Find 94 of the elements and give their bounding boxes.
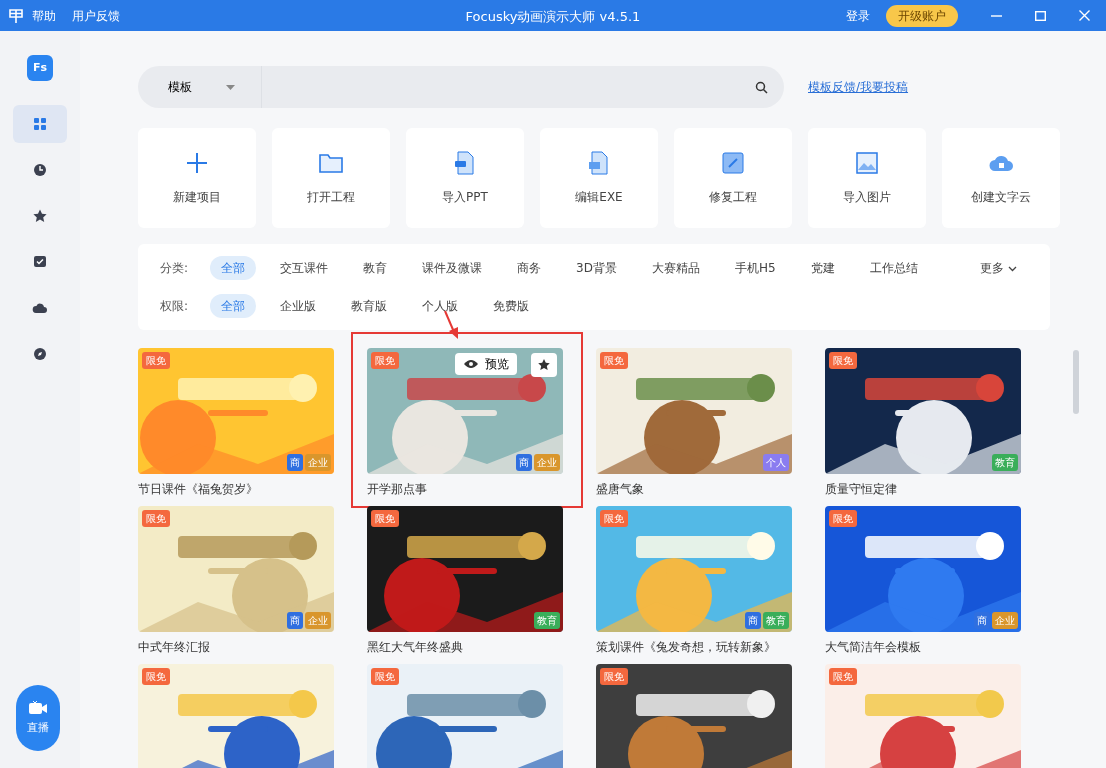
category-dropdown[interactable]: 模板 [138, 66, 262, 108]
login-link[interactable]: 登录 [838, 6, 878, 25]
free-badge: 限免 [142, 352, 170, 369]
more-button[interactable]: 更多 [969, 256, 1028, 280]
template-thumbnail[interactable]: 限免 商 企业 预览 [367, 348, 563, 474]
tag-badge: 教育 [534, 612, 560, 629]
window-title: Focusky动画演示大师 v4.5.1 [465, 8, 641, 26]
tool-button[interactable]: 编辑EXE [540, 128, 658, 228]
tool-button[interactable]: 新建项目 [138, 128, 256, 228]
tag-badge: 教育 [763, 612, 789, 629]
search-icon [755, 80, 768, 94]
arrow [443, 310, 461, 340]
clock-icon [32, 162, 48, 178]
free-badge: 限免 [829, 352, 857, 369]
camera-icon [28, 699, 48, 716]
star-icon [32, 208, 48, 224]
template-thumbnail[interactable]: 限免 商 企业 [138, 506, 334, 632]
tag-badge: 个人 [763, 454, 789, 471]
tag-badge: 企业 [992, 612, 1018, 629]
template-thumbnail[interactable]: 限免 商 企业 [138, 348, 334, 474]
menu-item[interactable]: 帮助 [24, 6, 64, 25]
filter-label: 分类: [160, 260, 190, 277]
filter-chip[interactable]: 党建 [799, 256, 846, 280]
template-title: 节日课件《福兔贺岁》 [138, 481, 259, 498]
free-badge: 限免 [600, 352, 628, 369]
checklist-icon [32, 254, 48, 270]
scrollbar[interactable] [1073, 350, 1079, 414]
live-button[interactable]: 直播 [16, 685, 60, 751]
template-title: 策划课件《兔发奇想，玩转新象》 [596, 639, 777, 656]
filter-chip[interactable]: 免费版 [482, 294, 540, 318]
tag-badge: 企业 [534, 454, 560, 471]
tool-button[interactable]: 修复工程 [674, 128, 792, 228]
filter-label: 权限: [160, 298, 190, 315]
feedback-link[interactable]: 模板反馈/我要投稿 [808, 78, 909, 96]
free-badge: 限免 [600, 510, 628, 527]
template-title: 盛唐气象 [596, 481, 645, 498]
tool-button[interactable]: 导入图片 [808, 128, 926, 228]
filter-chip[interactable]: 课件及微课 [411, 256, 493, 280]
filter-chip[interactable]: 全部 [210, 294, 256, 318]
plus-icon [184, 150, 210, 176]
tag-badge: 商 [745, 612, 761, 629]
filter-chip[interactable]: 企业版 [269, 294, 327, 318]
tag-badge: 企业 [305, 454, 331, 471]
filter-chip[interactable]: 大赛精品 [640, 256, 711, 280]
template-title: 黑红大气年终盛典 [367, 639, 464, 656]
preview-button[interactable]: 预览 [455, 353, 517, 375]
template-thumbnail[interactable]: 限免 商 教育 [596, 506, 792, 632]
chevron-icon [1008, 265, 1017, 272]
minimize-icon [990, 14, 1002, 17]
free-badge: 限免 [371, 668, 399, 685]
filter-chip[interactable]: 手机H5 [723, 256, 787, 280]
filter-chip[interactable]: 个人版 [411, 294, 469, 318]
free-badge: 限免 [600, 668, 628, 685]
filter-chip[interactable]: 商务 [506, 256, 552, 280]
free-badge: 限免 [142, 668, 170, 685]
tag-badge: 商 [516, 454, 532, 471]
filter-chip[interactable]: 教育 [352, 256, 398, 280]
filter-chip[interactable]: 交互课件 [269, 256, 339, 280]
app-logo: Fs [27, 55, 53, 81]
grid-icon [32, 116, 48, 132]
eye-icon [463, 359, 479, 369]
tool-button[interactable]: 创建文字云 [942, 128, 1060, 228]
tool-button[interactable]: 打开工程 [272, 128, 390, 228]
tag-badge: 教育 [992, 454, 1018, 471]
tag-badge: 商 [974, 612, 990, 629]
app-menu-icon[interactable] [8, 8, 24, 23]
close-icon [1078, 10, 1090, 21]
free-badge: 限免 [371, 510, 399, 527]
filter-chip[interactable]: 工作总结 [858, 256, 929, 280]
caret-icon [226, 84, 235, 90]
tool-button[interactable]: 导入PPT [406, 128, 524, 228]
template-title: 大气简洁年会模板 [825, 639, 922, 656]
template-title: 开学那点事 [367, 481, 428, 498]
favorite-button[interactable] [531, 353, 557, 377]
template-thumbnail[interactable]: 限免 商 企业 [825, 506, 1021, 632]
filter-chip[interactable]: 教育版 [340, 294, 398, 318]
filter-chip[interactable]: 3D背景 [565, 256, 628, 280]
free-badge: 限免 [371, 352, 399, 369]
search-bar[interactable]: 模板 [138, 66, 784, 108]
upgrade-button[interactable]: 开级账户 [886, 4, 958, 27]
maximize-icon [1034, 10, 1046, 21]
star-icon [537, 358, 551, 372]
filter-chip[interactable]: 全部 [210, 256, 256, 280]
free-badge: 限免 [829, 668, 857, 685]
compass-icon [32, 346, 48, 362]
template-title: 中式年终汇报 [138, 639, 211, 656]
image-icon [854, 150, 880, 176]
tag-badge: 商 [287, 454, 303, 471]
free-badge: 限免 [142, 510, 170, 527]
free-badge: 限免 [829, 510, 857, 527]
tag-badge: 企业 [305, 612, 331, 629]
menu-item[interactable]: 用户反馈 [64, 6, 128, 25]
tag-badge: 商 [287, 612, 303, 629]
template-title: 质量守恒定律 [825, 481, 898, 498]
